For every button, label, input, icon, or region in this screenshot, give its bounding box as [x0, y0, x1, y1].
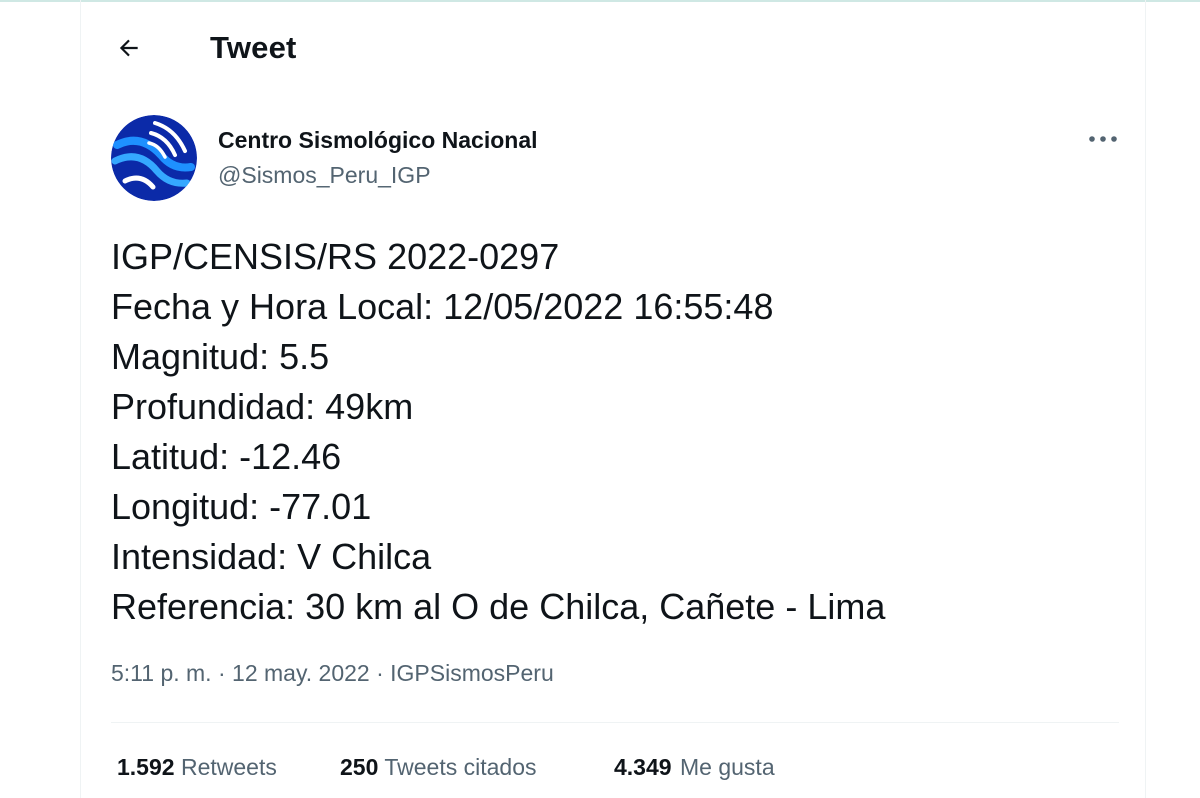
likes-stat[interactable]: 4.349 Me gusta: [614, 754, 775, 781]
quote-tweets-count: 250: [340, 754, 379, 780]
tweet-column: Tweet Centro Sismológico Nacional @Sismo…: [80, 0, 1146, 798]
author-name[interactable]: Centro Sismológico Nacional: [218, 127, 538, 154]
meta-separator: ·: [217, 660, 226, 686]
arrow-left-icon: [119, 39, 138, 57]
likes-count: 4.349: [614, 754, 672, 780]
tweet-source[interactable]: IGPSismosPeru: [390, 660, 554, 686]
page-header: Tweet: [81, 0, 1145, 98]
tweet-line: Fecha y Hora Local: 12/05/2022 16:55:48: [111, 286, 774, 327]
retweets-count: 1.592: [117, 754, 175, 780]
seismograph-logo-icon: [111, 115, 197, 201]
tweet-body: IGP/CENSIS/RS 2022-0297 Fecha y Hora Loc…: [111, 232, 885, 632]
tweet-time[interactable]: 5:11 p. m.: [111, 660, 212, 686]
tweet-date[interactable]: 12 may. 2022: [232, 660, 370, 686]
tweet-line: IGP/CENSIS/RS 2022-0297: [111, 236, 560, 277]
likes-label: Me gusta: [680, 754, 775, 780]
tweet-line: Referencia: 30 km al O de Chilca, Cañete…: [111, 586, 886, 627]
quote-tweets-stat[interactable]: 250 Tweets citados: [340, 754, 537, 781]
tweet-line: Latitud: -12.46: [111, 436, 342, 477]
avatar[interactable]: [111, 115, 197, 201]
back-button[interactable]: [109, 28, 149, 68]
more-options-button[interactable]: [1081, 124, 1125, 154]
tweet-line: Profundidad: 49km: [111, 386, 414, 427]
quote-tweets-label: Tweets citados: [384, 754, 537, 780]
tweet-line: Intensidad: V Chilca: [111, 536, 432, 577]
tweet-line: Magnitud: 5.5: [111, 336, 330, 377]
retweets-stat[interactable]: 1.592 Retweets: [117, 754, 277, 781]
page-title: Tweet: [210, 30, 297, 65]
divider: [111, 722, 1119, 723]
tweet-line: Longitud: -77.01: [111, 486, 372, 527]
more-horizontal-icon: [1089, 136, 1117, 142]
tweet-meta: 5:11 p. m. · 12 may. 2022 · IGPSismosPer…: [111, 660, 554, 687]
meta-separator: ·: [376, 660, 384, 686]
author-handle[interactable]: @Sismos_Peru_IGP: [218, 162, 431, 189]
retweets-label: Retweets: [180, 754, 277, 780]
